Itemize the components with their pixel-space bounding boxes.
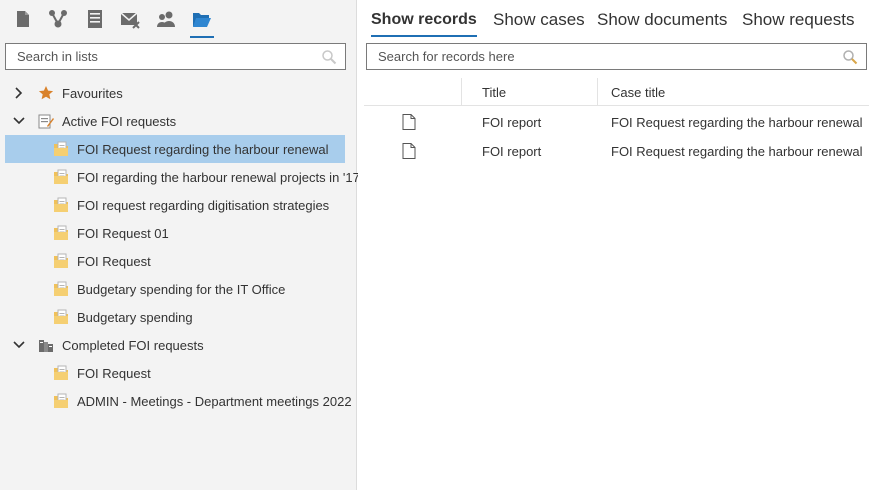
records-pane: Show records Show cases Show documents S… [358, 0, 869, 490]
tab-show-records[interactable]: Show records [371, 11, 477, 37]
tree-node-label: Favourites [62, 86, 123, 101]
search-icon[interactable] [842, 49, 858, 65]
cell-case-title: FOI Request regarding the harbour renewa… [611, 115, 863, 130]
document-icon [402, 114, 416, 130]
tree-node-active-foi-requests[interactable]: Active FOI requests [5, 107, 345, 135]
view-tabs: Show records Show cases Show documents S… [358, 0, 869, 38]
star-icon [38, 86, 54, 100]
folder-document-icon [54, 141, 68, 156]
tree-node-label: Active FOI requests [62, 114, 177, 129]
tree-item[interactable]: Budgetary spending [5, 303, 345, 331]
workflow-icon[interactable] [48, 9, 68, 29]
folder-open-icon[interactable] [190, 9, 214, 38]
tree-item[interactable]: FOI Request [5, 359, 345, 387]
lists-search-field[interactable] [5, 43, 346, 70]
tab-show-cases[interactable]: Show cases [493, 10, 585, 30]
tree-item-label: ADMIN - Meetings - Department meetings 2… [77, 394, 352, 409]
tree-item[interactable]: FOI request regarding digitisation strat… [5, 191, 345, 219]
tab-show-requests[interactable]: Show requests [742, 10, 854, 30]
records-grid-header: Title Case title [364, 78, 869, 106]
navigation-toolbar [0, 0, 357, 40]
table-row[interactable]: FOI report FOI Request regarding the har… [364, 107, 869, 135]
tree-node-label: Completed FOI requests [62, 338, 204, 353]
edit-list-icon [38, 114, 54, 129]
folder-document-icon [54, 309, 68, 324]
tree-item[interactable]: FOI Request 01 [5, 219, 345, 247]
search-icon[interactable] [321, 49, 337, 65]
column-separator[interactable] [597, 78, 598, 106]
folder-document-icon [54, 365, 68, 380]
cell-title: FOI report [482, 115, 542, 130]
tree-item[interactable]: FOI Request [5, 247, 345, 275]
tree-node-favourites[interactable]: Favourites [5, 79, 345, 107]
chevron-down-icon[interactable] [12, 338, 26, 352]
folder-document-icon [54, 393, 68, 408]
records-search-input[interactable] [367, 44, 866, 69]
column-separator[interactable] [461, 78, 462, 106]
tree-node-completed-foi-requests[interactable]: Completed FOI requests [5, 331, 345, 359]
folder-document-icon [54, 169, 68, 184]
tree-item[interactable]: ADMIN - Meetings - Department meetings 2… [5, 387, 352, 415]
records-search-field[interactable] [366, 43, 867, 70]
contacts-icon[interactable] [156, 9, 176, 29]
lists-search-input[interactable] [6, 44, 345, 69]
document-icon[interactable] [13, 9, 33, 29]
tree-item-label: FOI Request [77, 254, 151, 269]
folder-document-icon [54, 197, 68, 212]
register-icon[interactable] [85, 9, 105, 29]
tree-item[interactable]: FOI Request regarding the harbour renewa… [5, 135, 345, 163]
cell-title: FOI report [482, 144, 542, 159]
mail-icon[interactable] [120, 9, 140, 29]
folder-document-icon [54, 253, 68, 268]
chevron-down-icon[interactable] [12, 114, 26, 128]
tree-item[interactable]: Budgetary spending for the IT Office [5, 275, 345, 303]
lists-pane: Favourites Active FOI requests FOI Reque… [0, 0, 360, 490]
folder-document-icon [54, 225, 68, 240]
tree-item-label: FOI request regarding digitisation strat… [77, 198, 330, 213]
tree-item[interactable]: FOI regarding the harbour renewal projec… [5, 163, 360, 191]
tree-item-label: FOI Request regarding the harbour renewa… [77, 142, 329, 157]
column-header-title[interactable]: Title [482, 85, 506, 100]
table-row[interactable]: FOI report FOI Request regarding the har… [364, 136, 869, 164]
tree-item-label: FOI regarding the harbour renewal projec… [77, 170, 360, 185]
tree-item-label: FOI Request 01 [77, 226, 169, 241]
cell-case-title: FOI Request regarding the harbour renewa… [611, 144, 863, 159]
chevron-right-icon[interactable] [12, 86, 26, 100]
tab-show-documents[interactable]: Show documents [597, 10, 727, 30]
folder-document-icon [54, 281, 68, 296]
archive-icon [39, 340, 53, 352]
tree-item-label: FOI Request [77, 366, 151, 381]
column-header-case-title[interactable]: Case title [611, 85, 665, 100]
tree-item-label: Budgetary spending for the IT Office [77, 282, 286, 297]
document-icon [402, 143, 416, 159]
tree-item-label: Budgetary spending [77, 310, 193, 325]
